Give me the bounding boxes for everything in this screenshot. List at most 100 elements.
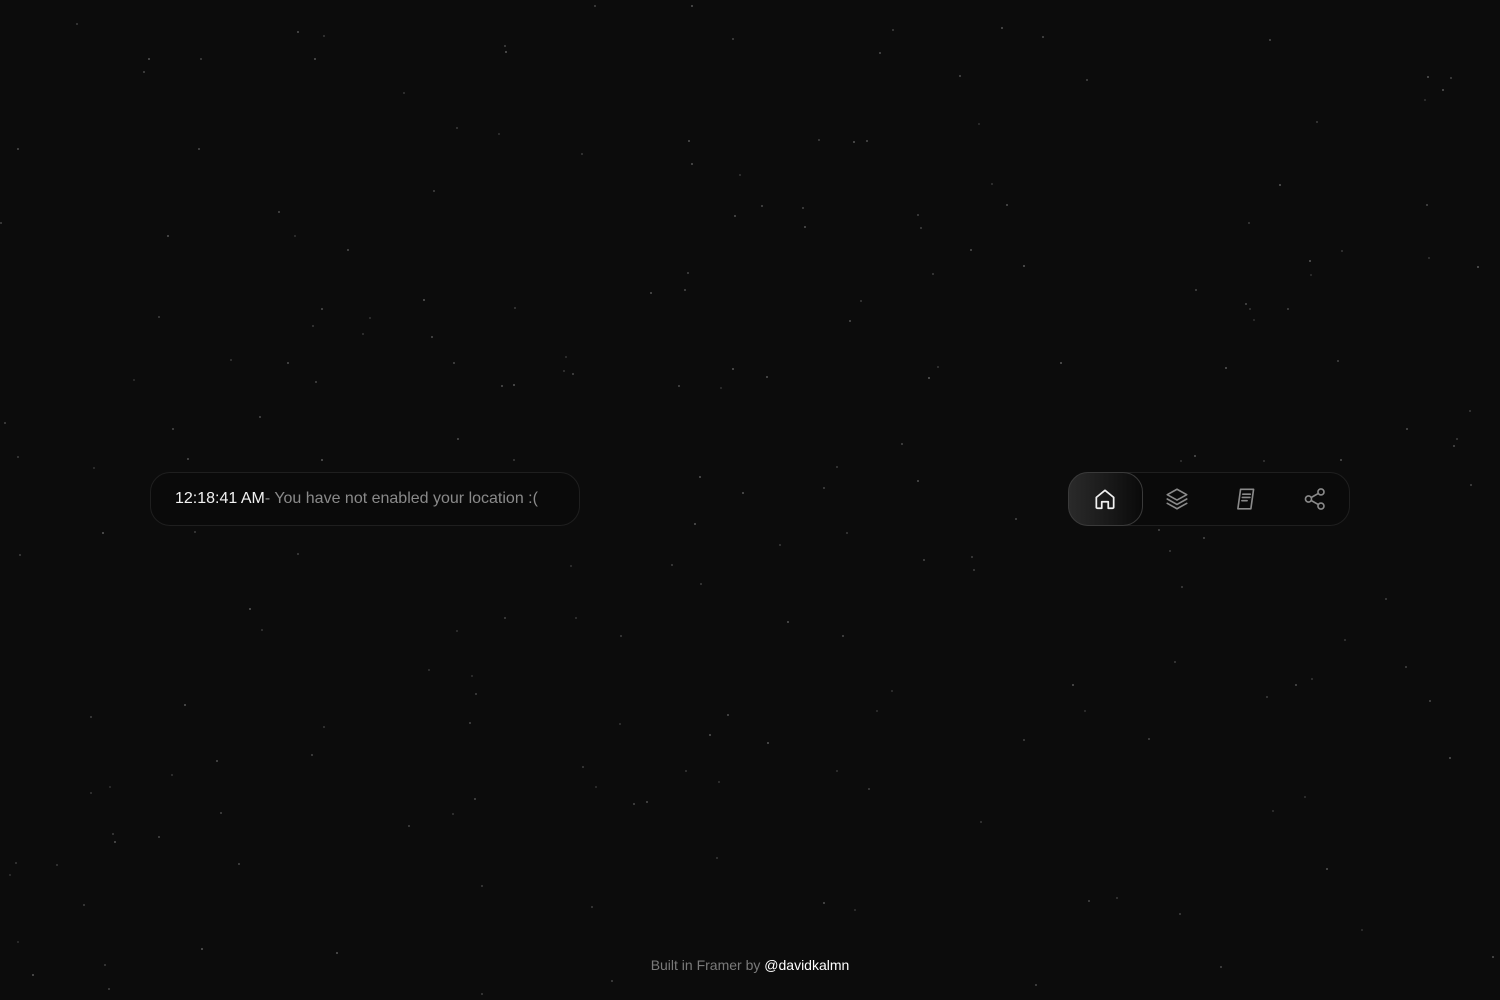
star	[971, 556, 973, 558]
star	[1341, 250, 1343, 252]
star	[428, 669, 430, 671]
star	[32, 974, 34, 976]
star	[1442, 89, 1444, 91]
nav-share-button[interactable]	[1280, 472, 1349, 526]
footer-prefix: Built in Framer by	[650, 957, 765, 973]
star	[739, 174, 741, 176]
star	[19, 554, 21, 556]
star	[854, 909, 856, 911]
star	[1310, 274, 1312, 276]
star	[1086, 79, 1088, 81]
star	[570, 565, 572, 567]
star	[694, 523, 696, 525]
star	[959, 75, 961, 77]
star	[109, 786, 111, 788]
star	[937, 366, 939, 368]
star	[362, 333, 364, 335]
star	[823, 902, 825, 904]
star	[1469, 410, 1471, 412]
star	[187, 458, 189, 460]
star	[1405, 666, 1407, 668]
star	[167, 235, 169, 237]
star	[1225, 367, 1227, 369]
star	[4, 422, 6, 424]
current-time: 12:18:41 AM	[175, 490, 265, 507]
star	[504, 617, 506, 619]
star	[114, 841, 116, 843]
star	[249, 608, 251, 610]
star	[1266, 696, 1268, 698]
star	[148, 58, 150, 60]
page: 12:18:41 AM - You have not enabled your l…	[0, 0, 1500, 1000]
star	[1203, 537, 1205, 539]
star	[481, 993, 483, 995]
star	[83, 904, 85, 906]
star	[90, 792, 92, 794]
star	[767, 742, 769, 744]
star	[879, 52, 881, 54]
star	[1340, 459, 1342, 461]
star	[1174, 661, 1176, 663]
nav-notes-button[interactable]	[1211, 472, 1280, 526]
layers-icon	[1166, 488, 1188, 510]
star	[133, 379, 135, 381]
star	[823, 487, 825, 489]
home-icon	[1095, 488, 1115, 509]
star	[513, 384, 515, 386]
author-handle-link[interactable]: @davidkalmn	[764, 957, 849, 973]
star	[1287, 308, 1289, 310]
star	[184, 704, 186, 706]
star	[1245, 303, 1247, 305]
star	[1006, 204, 1008, 206]
star	[261, 629, 263, 631]
star	[1180, 460, 1182, 462]
star	[108, 988, 110, 990]
star	[56, 864, 58, 866]
star	[514, 307, 516, 309]
star	[287, 362, 289, 364]
star	[917, 214, 919, 216]
star	[1249, 308, 1251, 310]
star	[423, 299, 425, 301]
star	[431, 336, 433, 338]
nav-home-button[interactable]	[1068, 471, 1143, 526]
star	[312, 325, 314, 327]
star	[866, 140, 868, 142]
star	[102, 532, 104, 534]
star	[278, 211, 280, 213]
location-message: - You have not enabled your location :(	[264, 490, 538, 507]
star	[727, 714, 729, 716]
star	[716, 857, 718, 859]
star	[475, 693, 477, 695]
star	[1169, 550, 1171, 552]
star	[158, 836, 160, 838]
star	[200, 58, 202, 60]
star	[853, 141, 855, 143]
star	[700, 583, 702, 585]
nav-layers-button[interactable]	[1143, 472, 1212, 526]
document-icon	[1236, 488, 1255, 510]
star	[1427, 76, 1429, 78]
star	[932, 273, 934, 275]
star	[923, 559, 925, 561]
star	[718, 781, 720, 783]
star	[671, 564, 673, 566]
star	[1337, 360, 1339, 362]
star	[650, 292, 652, 294]
footer-credit: Built in Framer by @davidkalmn	[0, 957, 1500, 973]
star	[688, 140, 690, 142]
star	[917, 480, 919, 482]
star	[761, 205, 763, 207]
star	[1361, 929, 1363, 931]
star	[1424, 99, 1426, 101]
star	[1088, 900, 1090, 902]
star	[216, 760, 218, 762]
nav-dock	[1068, 471, 1350, 526]
star	[323, 726, 325, 728]
star	[456, 630, 458, 632]
star	[1072, 684, 1074, 686]
star	[1470, 484, 1472, 486]
star	[297, 553, 299, 555]
star	[572, 373, 574, 375]
star	[619, 723, 621, 725]
